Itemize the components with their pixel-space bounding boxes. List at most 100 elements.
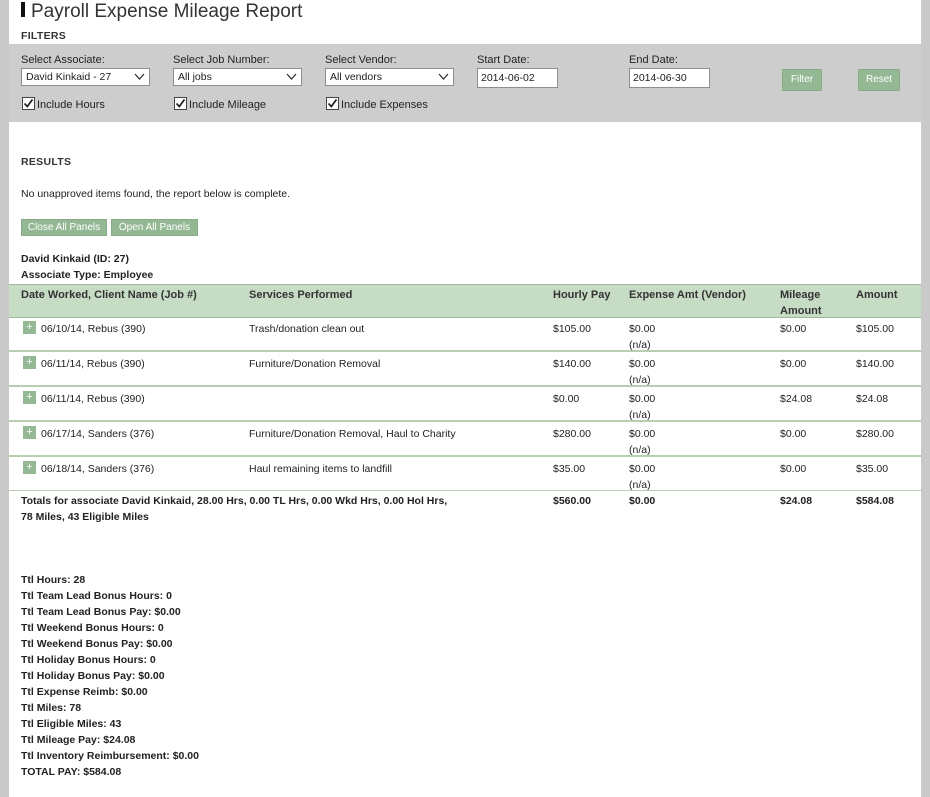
row-amount: $24.08	[856, 393, 889, 405]
row-services: Haul remaining items to landfill	[249, 463, 392, 475]
results-table-header: Date Worked, Client Name (Job #) Service…	[9, 284, 921, 318]
totals-label-line1: Totals for associate David Kinkaid, 28.0…	[21, 495, 448, 507]
summary-weekend-pay: Ttl Weekend Bonus Pay: $0.00	[21, 638, 173, 650]
summary-mileage-pay: Ttl Mileage Pay: $24.08	[21, 734, 136, 746]
filter-button[interactable]: Filter	[782, 69, 822, 91]
row-mileage: $24.08	[780, 393, 813, 405]
row-date: 06/11/14, Rebus (390)	[41, 358, 145, 370]
title-bar-marker	[21, 2, 25, 18]
row-hourly: $105.00	[553, 323, 591, 335]
page-title-text: Payroll Expense Mileage Report	[31, 1, 303, 22]
associate-select[interactable]: David Kinkaid - 27	[21, 68, 150, 86]
summary-inventory-reimb: Ttl Inventory Reimbursement: $0.00	[21, 750, 199, 762]
job-select-value: All jobs	[178, 71, 212, 83]
associate-label: Select Associate:	[21, 54, 105, 66]
vendor-select[interactable]: All vendors	[325, 68, 454, 86]
row-mileage: $0.00	[780, 428, 807, 440]
summary-total-pay: TOTAL PAY: $584.08	[21, 766, 122, 778]
table-row: + 06/18/14, Sanders (376) Haul remaining…	[9, 457, 921, 491]
row-expense: $0.00	[629, 428, 656, 440]
totals-amount: $584.08	[856, 495, 894, 507]
chevron-down-icon	[438, 73, 449, 80]
results-message: No unapproved items found, the report be…	[21, 188, 291, 200]
checkmark-icon	[327, 99, 338, 108]
summary-miles: Ttl Miles: 78	[21, 702, 82, 714]
start-date-label: Start Date:	[477, 54, 530, 66]
column-header-date: Date Worked, Client Name (Job #)	[21, 289, 197, 301]
row-date: 06/11/14, Rebus (390)	[41, 393, 145, 405]
row-services: Trash/donation clean out	[249, 323, 365, 335]
expand-plus-icon[interactable]: +	[23, 321, 36, 334]
include-mileage-label: Include Mileage	[189, 99, 267, 111]
row-divider	[9, 490, 921, 491]
end-date-label: End Date:	[629, 54, 678, 66]
results-heading: RESULTS	[21, 156, 72, 168]
filters-heading: FILTERS	[21, 30, 67, 42]
table-row: + 06/11/14, Rebus (390) Furniture/Donati…	[9, 352, 921, 386]
table-row: + 06/10/14, Rebus (390) Trash/donation c…	[9, 317, 921, 351]
row-amount: $105.00	[856, 323, 894, 335]
row-amount: $35.00	[856, 463, 889, 475]
expand-plus-icon[interactable]: +	[23, 391, 36, 404]
row-services: Furniture/Donation Removal	[249, 358, 381, 370]
start-date-input[interactable]: 2014-06-02	[477, 68, 558, 88]
totals-row: Totals for associate David Kinkaid, 28.0…	[9, 493, 921, 527]
include-hours-label: Include Hours	[37, 99, 105, 111]
include-hours-checkbox[interactable]	[22, 97, 35, 110]
page-title: Payroll Expense Mileage Report	[21, 0, 302, 24]
row-expense: $0.00	[629, 323, 656, 335]
open-all-panels-button[interactable]: Open All Panels	[111, 219, 198, 236]
summary-eligible-miles: Ttl Eligible Miles: 43	[21, 718, 122, 730]
column-header-amount: Amount	[856, 289, 898, 301]
column-header-services: Services Performed	[249, 289, 353, 301]
report-page: Payroll Expense Mileage Report FILTERS S…	[9, 0, 921, 797]
totals-hourly: $560.00	[553, 495, 591, 507]
associate-select-value: David Kinkaid - 27	[26, 71, 112, 83]
reset-button[interactable]: Reset	[858, 69, 900, 91]
column-header-expense: Expense Amt (Vendor)	[629, 289, 746, 301]
summary-holiday-pay: Ttl Holiday Bonus Pay: $0.00	[21, 670, 165, 682]
include-mileage-checkbox[interactable]	[174, 97, 187, 110]
include-expenses-label: Include Expenses	[341, 99, 428, 111]
expand-plus-icon[interactable]: +	[23, 426, 36, 439]
totals-expense: $0.00	[629, 495, 656, 507]
totals-mileage: $24.08	[780, 495, 813, 507]
checkmark-icon	[175, 99, 186, 108]
row-services: Furniture/Donation Removal, Haul to Char…	[249, 428, 456, 440]
filters-panel: Select Associate: David Kinkaid - 27 Sel…	[9, 44, 921, 122]
row-date: 06/10/14, Rebus (390)	[41, 323, 146, 335]
totals-label-line2: 78 Miles, 43 Eligible Miles	[21, 511, 149, 523]
row-mileage: $0.00	[780, 358, 807, 370]
row-hourly: $0.00	[553, 393, 580, 405]
expand-plus-icon[interactable]: +	[23, 356, 36, 369]
pay-summary: Ttl Hours: 28 Ttl Team Lead Bonus Hours:…	[21, 572, 199, 780]
summary-weekend-hours: Ttl Weekend Bonus Hours: 0	[21, 622, 164, 634]
vendor-label: Select Vendor:	[325, 54, 397, 66]
row-mileage: $0.00	[780, 463, 807, 475]
job-label: Select Job Number:	[173, 54, 270, 66]
row-mileage: $0.00	[780, 323, 807, 335]
summary-total-hours: Ttl Hours: 28	[21, 574, 86, 586]
summary-team-lead-hours: Ttl Team Lead Bonus Hours: 0	[21, 590, 172, 602]
summary-team-lead-pay: Ttl Team Lead Bonus Pay: $0.00	[21, 606, 181, 618]
row-expense: $0.00	[629, 463, 656, 475]
associate-id-line: David Kinkaid (ID: 27)	[21, 253, 129, 265]
expand-plus-icon[interactable]: +	[23, 461, 36, 474]
summary-holiday-hours: Ttl Holiday Bonus Hours: 0	[21, 654, 156, 666]
row-expense: $0.00	[629, 358, 656, 370]
row-hourly: $280.00	[553, 428, 591, 440]
row-expense: $0.00	[629, 393, 656, 405]
chevron-down-icon	[286, 73, 297, 80]
row-hourly: $35.00	[553, 463, 586, 475]
row-amount: $140.00	[856, 358, 894, 370]
table-row: + 06/17/14, Sanders (376) Furniture/Dona…	[9, 422, 921, 456]
close-all-panels-button[interactable]: Close All Panels	[21, 219, 107, 236]
end-date-input[interactable]: 2014-06-30	[629, 68, 710, 88]
vendor-select-value: All vendors	[330, 71, 382, 83]
row-hourly: $140.00	[553, 358, 591, 370]
column-header-hourly: Hourly Pay	[553, 289, 611, 301]
row-amount: $280.00	[856, 428, 894, 440]
include-expenses-checkbox[interactable]	[326, 97, 339, 110]
job-select[interactable]: All jobs	[173, 68, 302, 86]
chevron-down-icon	[134, 73, 145, 80]
